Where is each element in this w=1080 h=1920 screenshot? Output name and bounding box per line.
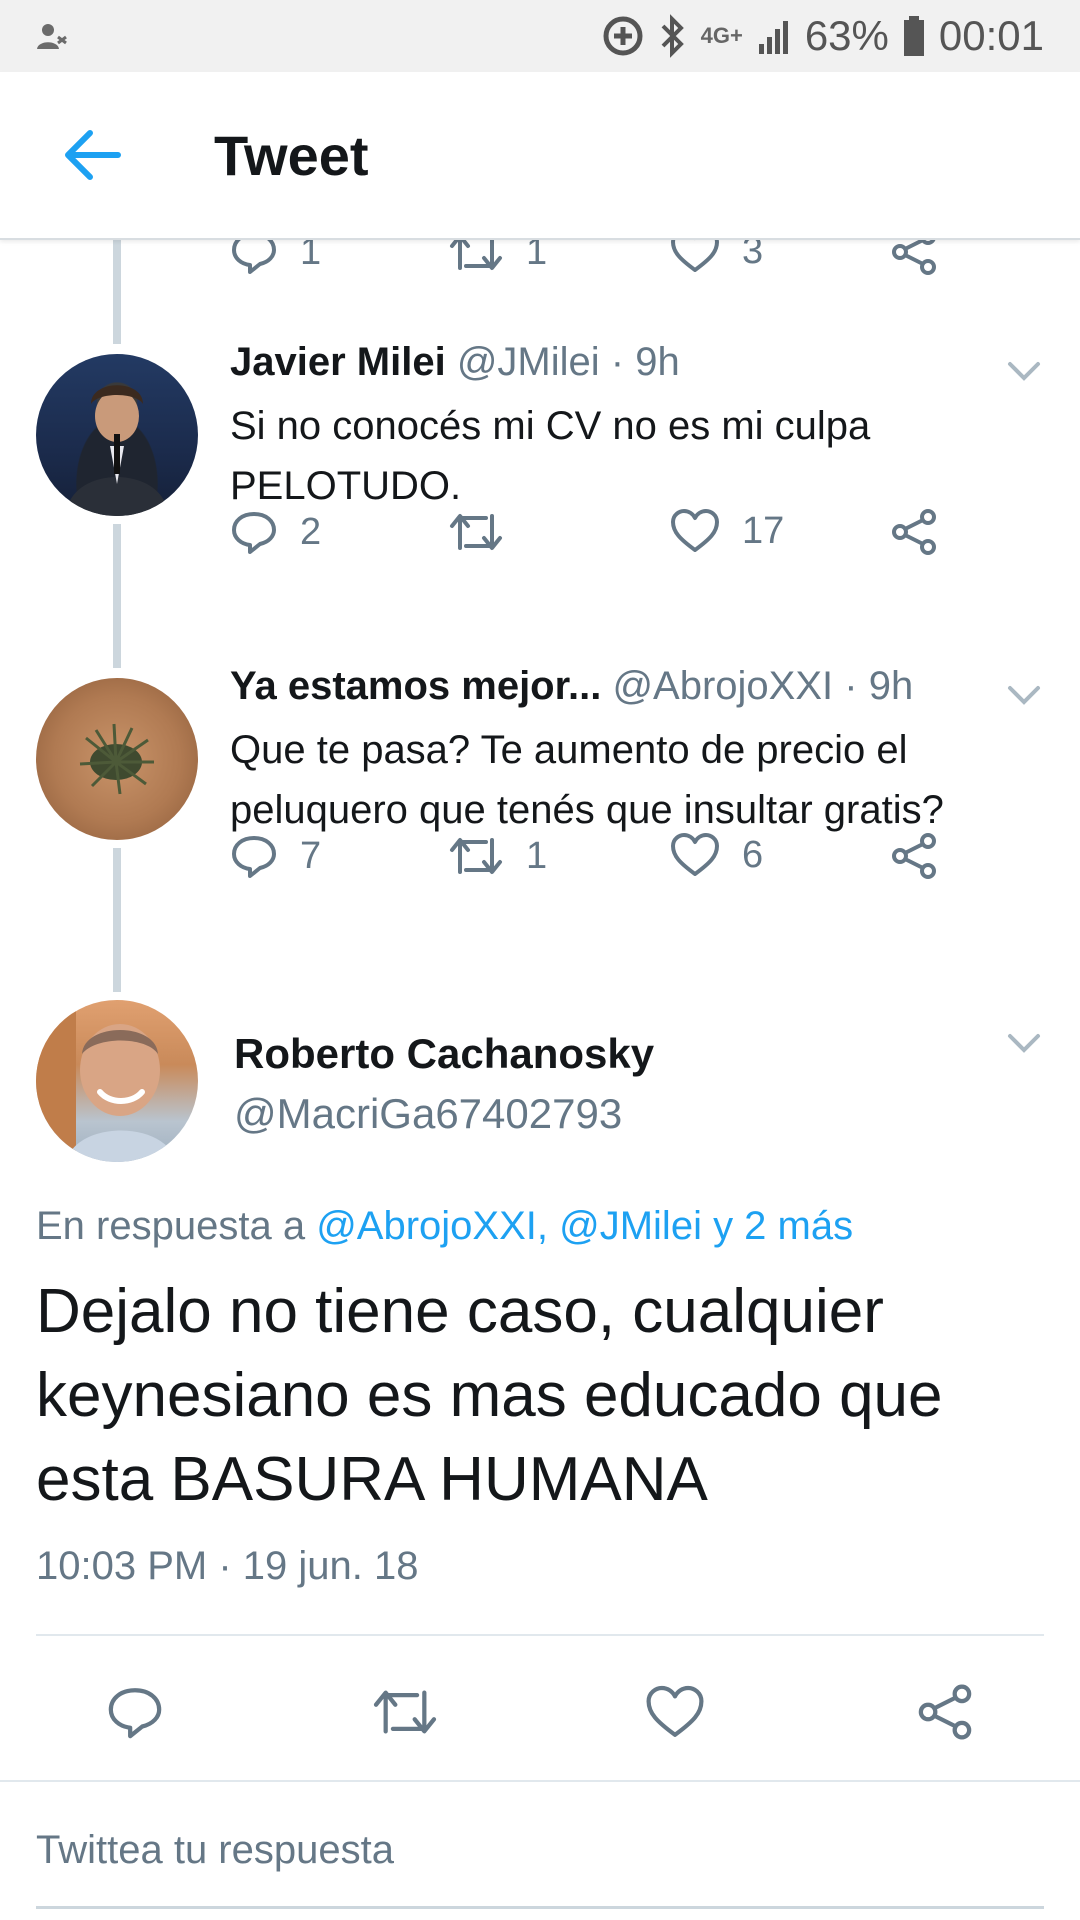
reply-context: En respuesta a @AbrojoXXI, @JMilei y 2 m… [36, 1204, 853, 1249]
signal-icon [758, 21, 788, 54]
share-button[interactable] [905, 1672, 985, 1752]
reply-input[interactable]: Twittea tu respuesta [36, 1828, 394, 1873]
like-count: 17 [742, 509, 785, 552]
reply-icon [108, 1688, 162, 1739]
avatar-figure [79, 723, 154, 795]
author-handle[interactable]: @JMilei [457, 340, 600, 384]
reply-button[interactable] [95, 1672, 175, 1752]
chevron-down-icon[interactable] [1002, 1022, 1046, 1066]
chevron-down-icon[interactable] [1002, 350, 1046, 394]
back-button[interactable] [42, 105, 142, 205]
like-icon [671, 509, 719, 552]
author-name[interactable]: Roberto Cachanosky [234, 1030, 654, 1078]
page-title: Tweet [214, 123, 369, 187]
like-count: 6 [742, 833, 764, 876]
like-icon [671, 833, 719, 876]
author-handle[interactable]: @AbrojoXXI [612, 664, 833, 708]
data-saver-icon [603, 16, 643, 56]
person-icon [37, 24, 67, 49]
share-icon [918, 1684, 972, 1740]
like-action[interactable]: 6 [670, 832, 763, 878]
network-type: 4G+ [700, 23, 743, 48]
avatar-figure [66, 385, 168, 516]
retweet-count: 1 [526, 834, 548, 877]
battery-percentage: 63% [804, 12, 889, 59]
share-action[interactable] [890, 832, 938, 880]
like-action[interactable]: 17 [670, 508, 784, 554]
like-icon [646, 1685, 704, 1737]
reply-icon [232, 512, 276, 554]
app-bar: Tweet [0, 72, 1080, 240]
reply-action[interactable]: 2 [230, 508, 321, 556]
retweet-button[interactable] [365, 1672, 445, 1752]
reply-mentions[interactable]: @AbrojoXXI, @JMilei y 2 más [316, 1204, 853, 1248]
like-button[interactable] [635, 1672, 715, 1752]
main-tweet-actions [0, 1672, 1080, 1752]
avatar[interactable] [36, 1000, 198, 1162]
reply-action[interactable]: 7 [230, 832, 321, 880]
tweet-timestamp: 10:03 PM · 19 jun. 18 [36, 1544, 419, 1588]
reply-count: 7 [300, 834, 322, 877]
thread-tweet[interactable]: Javier Milei @JMilei · 9h Si no conocés … [0, 340, 1080, 610]
tweet-actions: 2 17 [0, 508, 1080, 568]
thread-tweet[interactable]: Ya estamos mejor... @AbrojoXXI · 9h Que … [0, 664, 1080, 934]
retweet-icon [450, 838, 502, 874]
retweet-icon [450, 514, 502, 550]
author-name[interactable]: Javier Milei [230, 340, 446, 384]
divider [36, 1634, 1044, 1636]
author-handle[interactable]: @MacriGa67402793 [234, 1090, 622, 1138]
share-icon [892, 833, 936, 879]
chevron-down-icon[interactable] [1002, 674, 1046, 718]
back-arrow-icon [65, 130, 121, 180]
retweet-action[interactable] [448, 508, 526, 556]
share-action[interactable] [890, 508, 938, 556]
tweet-text: Dejalo no tiene caso, cualquier keynesia… [36, 1277, 943, 1514]
reply-prefix: En respuesta a [36, 1204, 306, 1248]
share-icon [892, 509, 936, 555]
battery-icon [903, 16, 924, 56]
reply-composer[interactable]: Twittea tu respuesta [0, 1780, 1080, 1920]
tweet-text: Que te pasa? Te aumento de precio el pel… [230, 728, 944, 832]
tweet-time: · 9h [844, 664, 914, 708]
bluetooth-icon [661, 14, 684, 58]
avatar-figure [36, 1000, 176, 1162]
clock: 00:01 [938, 12, 1044, 59]
reply-icon [232, 836, 276, 878]
avatar[interactable] [36, 354, 198, 516]
tweet-time: · 9h [610, 340, 680, 384]
retweet-icon [373, 1690, 437, 1734]
avatar[interactable] [36, 678, 198, 840]
tweet-text: Si no conocés mi CV no es mi culpa PELOT… [230, 404, 871, 508]
reply-input-underline [36, 1906, 1044, 1909]
author-name[interactable]: Ya estamos mejor... [230, 664, 601, 708]
retweet-action[interactable]: 1 [448, 832, 547, 880]
status-bar: 4G+ 63% 00:01 [0, 0, 1080, 72]
reply-count: 2 [300, 510, 322, 553]
tweet-actions: 7 1 6 [0, 832, 1080, 892]
